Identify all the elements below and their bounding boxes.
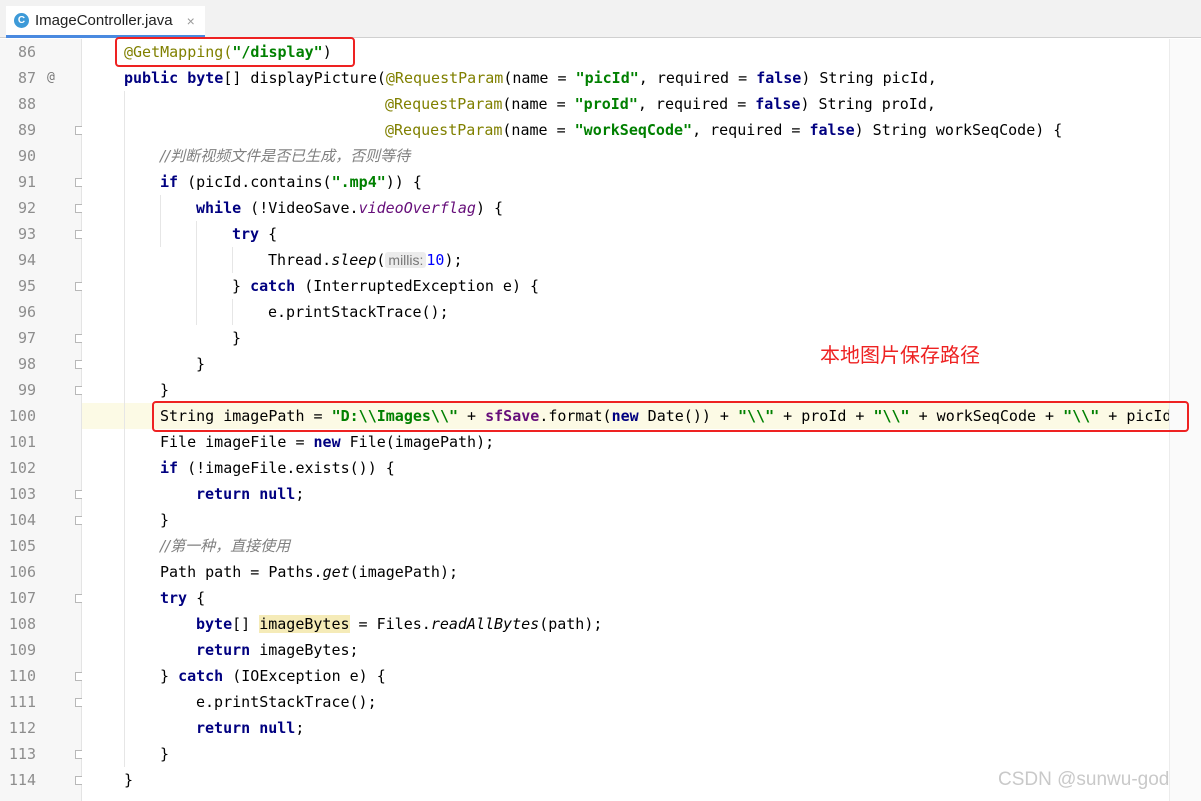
line-number: 97 [17,329,36,347]
java-class-icon: C [14,13,29,28]
code-line: if (picId.contains(".mp4")) { [160,173,422,191]
line-number: 110 [8,667,36,685]
line-number: 98 [17,355,36,373]
code-line: } [160,511,170,529]
tab-imagecontroller[interactable]: C ImageController.java × [6,6,205,38]
line-number: 91 [17,173,36,191]
line-number: 88 [17,95,36,113]
line-number: 108 [8,615,36,633]
highlight-box-imagepath [152,401,1189,432]
watermark: CSDN @sunwu-god [998,769,1170,790]
line-number: 103 [8,485,36,503]
code-line: } [124,771,134,789]
line-number: 86 [17,43,36,61]
line-number: 105 [8,537,36,555]
code-line: if (!imageFile.exists()) { [160,459,395,477]
code-line: public byte[] displayPicture(@RequestPar… [124,69,937,87]
indent-guide [232,247,233,273]
line-number: 92 [17,199,36,217]
line-number: 106 [8,563,36,581]
code-line: } [232,329,242,347]
code-line: } catch (InterruptedException e) { [232,277,540,295]
code-comment: //第一种，直接使用 [160,537,291,555]
line-number: 104 [8,511,36,529]
line-number: 93 [17,225,36,243]
line-number: 94 [17,251,36,269]
line-number: 112 [8,719,36,737]
code-line: } [160,381,170,399]
line-number: 95 [17,277,36,295]
editor-tab-bar: C ImageController.java × [0,0,1201,38]
tab-label: ImageController.java [35,12,173,29]
line-number: 101 [8,433,36,451]
code-line: @RequestParam(name = "workSeqCode", requ… [385,121,1063,139]
code-line: e.printStackTrace(); [268,303,449,321]
line-number: 89 [17,121,36,139]
line-number: 109 [8,641,36,659]
line-number: 114 [8,771,36,789]
code-line: try { [160,589,206,607]
indent-guide [232,299,233,325]
close-icon[interactable]: × [187,13,195,29]
line-number: 96 [17,303,36,321]
code-line: @RequestParam(name = "proId", required =… [385,95,936,113]
line-number: 113 [8,745,36,763]
code-line: File imageFile = new File(imagePath); [160,433,495,451]
line-number: 100 [8,407,36,425]
code-line: } catch (IOException e) { [160,667,386,685]
line-number: 90 [17,147,36,165]
parameter-hint: millis: [385,252,427,268]
code-line: } [196,355,206,373]
line-number: 111 [8,693,36,711]
override-marker-icon[interactable]: @ [47,65,55,91]
code-line: e.printStackTrace(); [196,693,377,711]
code-line: try { [232,225,278,243]
code-line: return null; [196,719,305,737]
code-line: } [160,745,170,763]
indent-guide [124,91,125,767]
line-number: 87 [17,69,36,87]
line-number: 99 [17,381,36,399]
code-line: return null; [196,485,305,503]
indent-guide [160,195,161,247]
code-line: while (!VideoSave.videoOverflag) { [196,199,504,217]
usage-highlight: imageBytes [259,615,350,633]
highlight-box-getmapping [115,37,355,67]
code-line: Thread.sleep(millis: 10); [268,251,463,269]
code-comment: //判断视频文件是否已生成，否则等待 [160,147,411,165]
line-number: 107 [8,589,36,607]
code-line: byte[] imageBytes = Files.readAllBytes(p… [196,615,603,633]
indent-guide [196,221,197,325]
annotation-note: 本地图片保存路径 [820,343,980,367]
code-line: return imageBytes; [196,641,359,659]
code-line: Path path = Paths.get(imagePath); [160,563,459,581]
line-number: 102 [8,459,36,477]
line-number-gutter: 86 87 88 89 90 91 92 93 94 95 96 97 98 9… [0,39,84,801]
